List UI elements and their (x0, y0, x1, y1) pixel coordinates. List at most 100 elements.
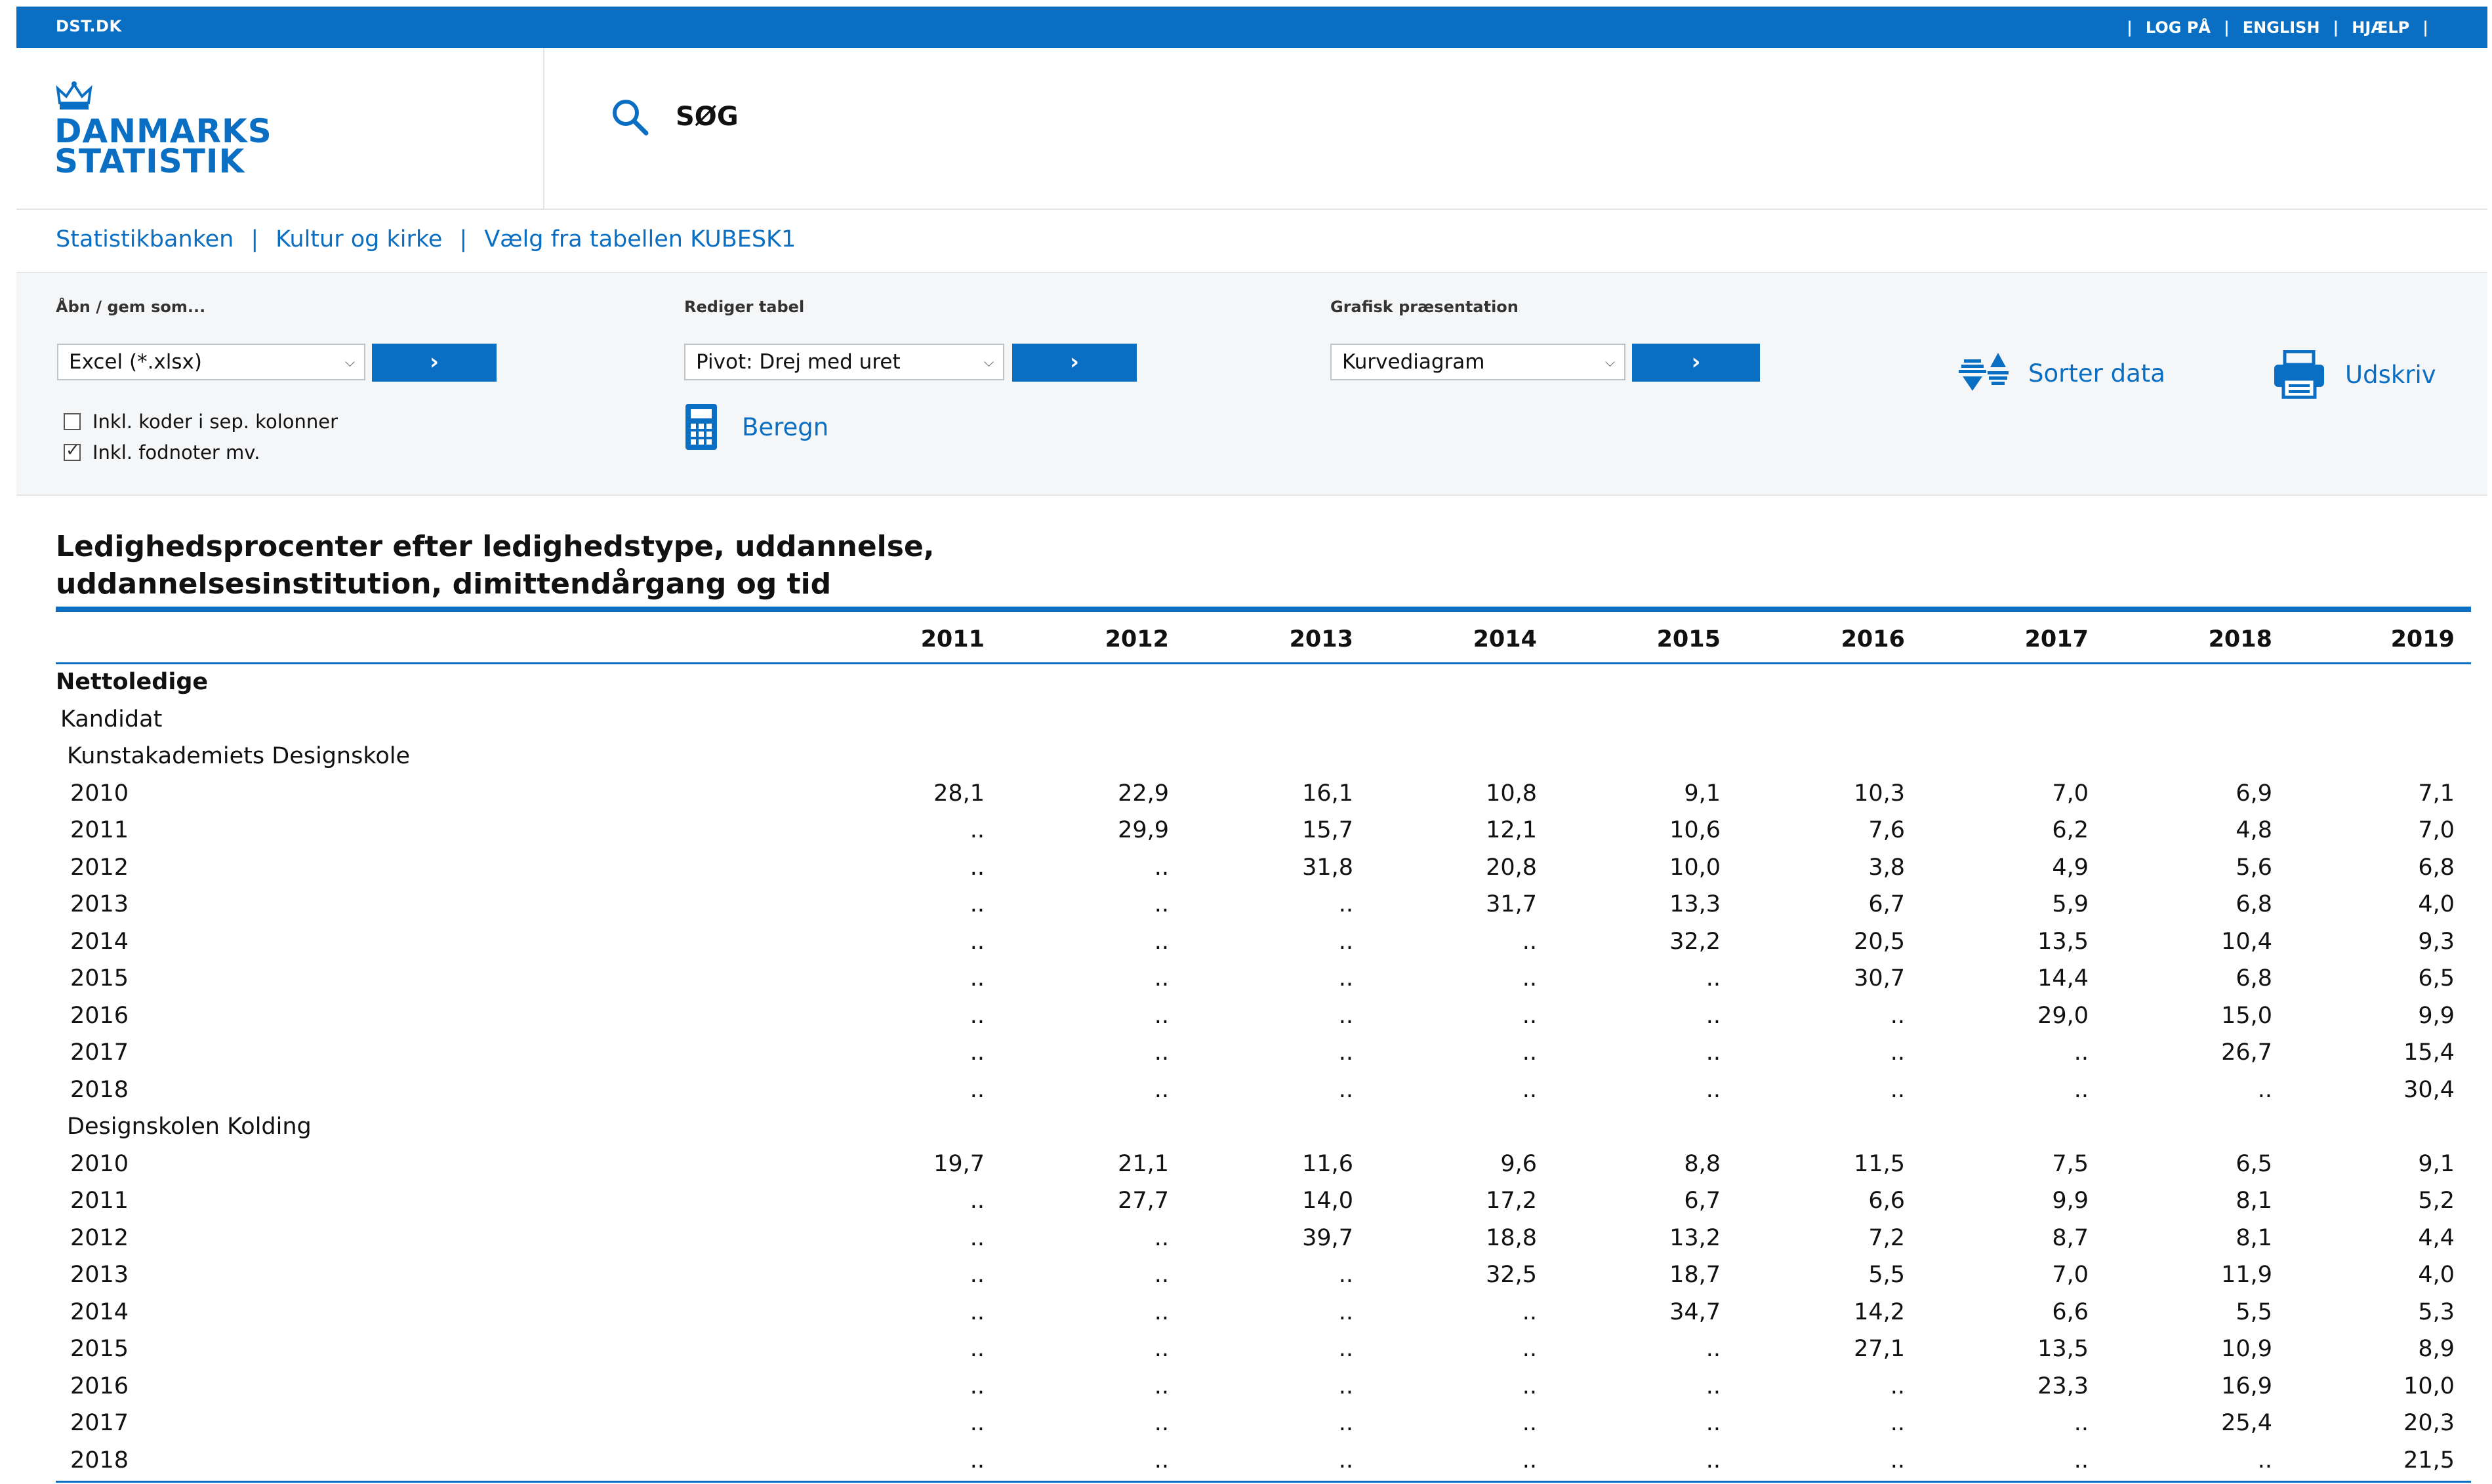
table-cell: 9,9 (2052, 1188, 2089, 1214)
table-cell: .. (970, 965, 985, 992)
edit-table-select[interactable]: Pivot: Drej med uret ⌵ (684, 344, 1004, 380)
year-header-2016: 2016 (1841, 626, 1905, 652)
table-cell: 39,7 (1302, 1224, 1353, 1251)
row-label: Nettoledige (56, 669, 209, 695)
checkbox-checked[interactable] (64, 441, 81, 461)
calculate-button[interactable]: Beregn (684, 403, 828, 451)
table-cell: 6,7 (1868, 891, 1905, 917)
table-row: 2011.. 29,9 15,7 12,1 10,6 7,6 6,2 4,8 7,0 (56, 817, 2471, 854)
table-cell: .. (970, 1002, 985, 1029)
table-cell: 6,5 (2418, 965, 2455, 992)
table-cell: 4,8 (2236, 817, 2272, 843)
login-link[interactable]: LOG PÅ (2146, 18, 2211, 37)
table-cell: .. (1338, 1076, 1353, 1103)
table-cell: 26,7 (2221, 1039, 2272, 1066)
separator: | (2223, 18, 2230, 37)
edit-table-label: Rediger tabel (684, 298, 805, 316)
search-icon[interactable] (610, 97, 649, 136)
graph-select[interactable]: Kurvediagram ⌵ (1330, 344, 1625, 380)
breadcrumb-table[interactable]: Vælg fra tabellen KUBESK1 (484, 226, 796, 252)
checkbox-unchecked[interactable] (64, 413, 81, 430)
table-cell: .. (1706, 1373, 1721, 1399)
table-cell: 23,3 (2037, 1373, 2089, 1399)
open-save-go-button[interactable]: › (372, 344, 497, 382)
table-cell: 3,8 (1868, 854, 1905, 881)
row-label: 2014 (70, 1298, 129, 1325)
table-cell: .. (1706, 1447, 1721, 1474)
table-row: 2015.......... 27,1 13,5 10,9 8,9 (56, 1336, 2471, 1373)
table-cell: .. (1338, 1002, 1353, 1029)
top-links: | LOG PÅ | ENGLISH | HJÆLP | (2114, 18, 2441, 37)
table-cell: .. (1154, 965, 1169, 992)
row-label: 2015 (70, 965, 129, 992)
sort-data-button[interactable]: Sorter data (1956, 350, 2165, 396)
table-cell: 9,9 (2418, 1002, 2455, 1029)
table-cell: .. (970, 1336, 985, 1362)
table-cell: .. (1890, 1447, 1905, 1474)
table-cell: 22,9 (1118, 780, 1169, 807)
breadcrumb-kultur[interactable]: Kultur og kirke (276, 226, 442, 252)
toolbar: Åbn / gem som... Excel (*.xlsx) ⌵ › Inkl… (16, 272, 2487, 496)
table-cell: .. (1706, 1002, 1721, 1029)
table-row: 2013...... 31,7 13,3 6,7 5,9 6,8 4,0 (56, 891, 2471, 928)
table-cell: 10,6 (1669, 817, 1721, 843)
table-cell: 21,5 (2403, 1447, 2455, 1474)
graph-go-button[interactable]: › (1632, 344, 1760, 382)
chevron-down-icon: ⌵ (1604, 354, 1615, 370)
table-cell: .. (1522, 1076, 1537, 1103)
table-row: 2012.... 39,7 18,8 13,2 7,2 8,7 8,1 4,4 (56, 1225, 2471, 1262)
table-cell: .. (970, 1039, 985, 1066)
table-cell: .. (2257, 1076, 2272, 1103)
table-cell: 30,7 (1854, 965, 1905, 992)
row-institution: Kunstakademiets Designskole (56, 743, 2471, 780)
site-link[interactable]: DST.DK (56, 17, 122, 35)
table-cell: 6,8 (2236, 891, 2272, 917)
table-cell: 10,0 (1669, 854, 1721, 881)
table-cell: .. (1706, 965, 1721, 992)
header-rule (56, 662, 2471, 664)
table-row: 2018................ 21,5 (56, 1447, 2471, 1484)
search-label[interactable]: SØG (676, 102, 739, 132)
table-cell: 15,0 (2221, 1002, 2272, 1029)
breadcrumb-statistikbanken[interactable]: Statistikbanken (56, 226, 234, 252)
year-header-2011: 2011 (920, 626, 985, 652)
edit-table-value: Pivot: Drej med uret (696, 350, 901, 374)
check-codes-label: Inkl. koder i sep. kolonner (92, 411, 338, 433)
header: DANMARKS STATISTIK SØG (16, 48, 2487, 210)
table-cell: .. (1522, 1002, 1537, 1029)
table-cell: 8,1 (2236, 1188, 2272, 1214)
table-cell: 8,7 (2052, 1224, 2089, 1251)
table-cell: 4,0 (2418, 1262, 2455, 1288)
search[interactable]: SØG (610, 97, 739, 136)
table-cell: .. (1338, 1262, 1353, 1288)
table-cell: .. (1338, 1336, 1353, 1362)
graph-value: Kurvediagram (1342, 350, 1485, 374)
logo[interactable]: DANMARKS STATISTIK (54, 81, 272, 178)
print-button[interactable]: Udskriv (2273, 350, 2436, 399)
table-cell: 8,9 (2418, 1336, 2455, 1362)
table-cell: 7,0 (2418, 817, 2455, 843)
open-save-select[interactable]: Excel (*.xlsx) ⌵ (57, 344, 365, 380)
edit-table-go-button[interactable]: › (1012, 344, 1137, 382)
year-header-2015: 2015 (1656, 626, 1721, 652)
table-cell: 16,1 (1302, 780, 1353, 807)
table-cell: 14,2 (1854, 1298, 1905, 1325)
top-bar: DST.DK | LOG PÅ | ENGLISH | HJÆLP | (16, 7, 2487, 48)
separator: | (2127, 18, 2133, 37)
table-cell: 20,5 (1854, 928, 1905, 955)
help-link[interactable]: HJÆLP (2352, 18, 2409, 37)
table-cell: 9,1 (2418, 1150, 2455, 1177)
table-cell: .. (970, 1298, 985, 1325)
english-link[interactable]: ENGLISH (2243, 18, 2320, 37)
table-cell: 9,3 (2418, 928, 2455, 955)
table-cell: .. (1338, 1039, 1353, 1066)
crown-icon (56, 81, 92, 110)
table-cell: .. (1154, 1373, 1169, 1399)
row-label: 2016 (70, 1002, 129, 1029)
table-cell: .. (1706, 1076, 1721, 1103)
table-cell: 11,5 (1854, 1150, 1905, 1177)
check-footnotes[interactable]: Inkl. fodnoter mv. (64, 441, 260, 464)
table-cell: 13,3 (1669, 891, 1721, 917)
table-cell: .. (1890, 1076, 1905, 1103)
check-codes[interactable]: Inkl. koder i sep. kolonner (64, 411, 338, 433)
